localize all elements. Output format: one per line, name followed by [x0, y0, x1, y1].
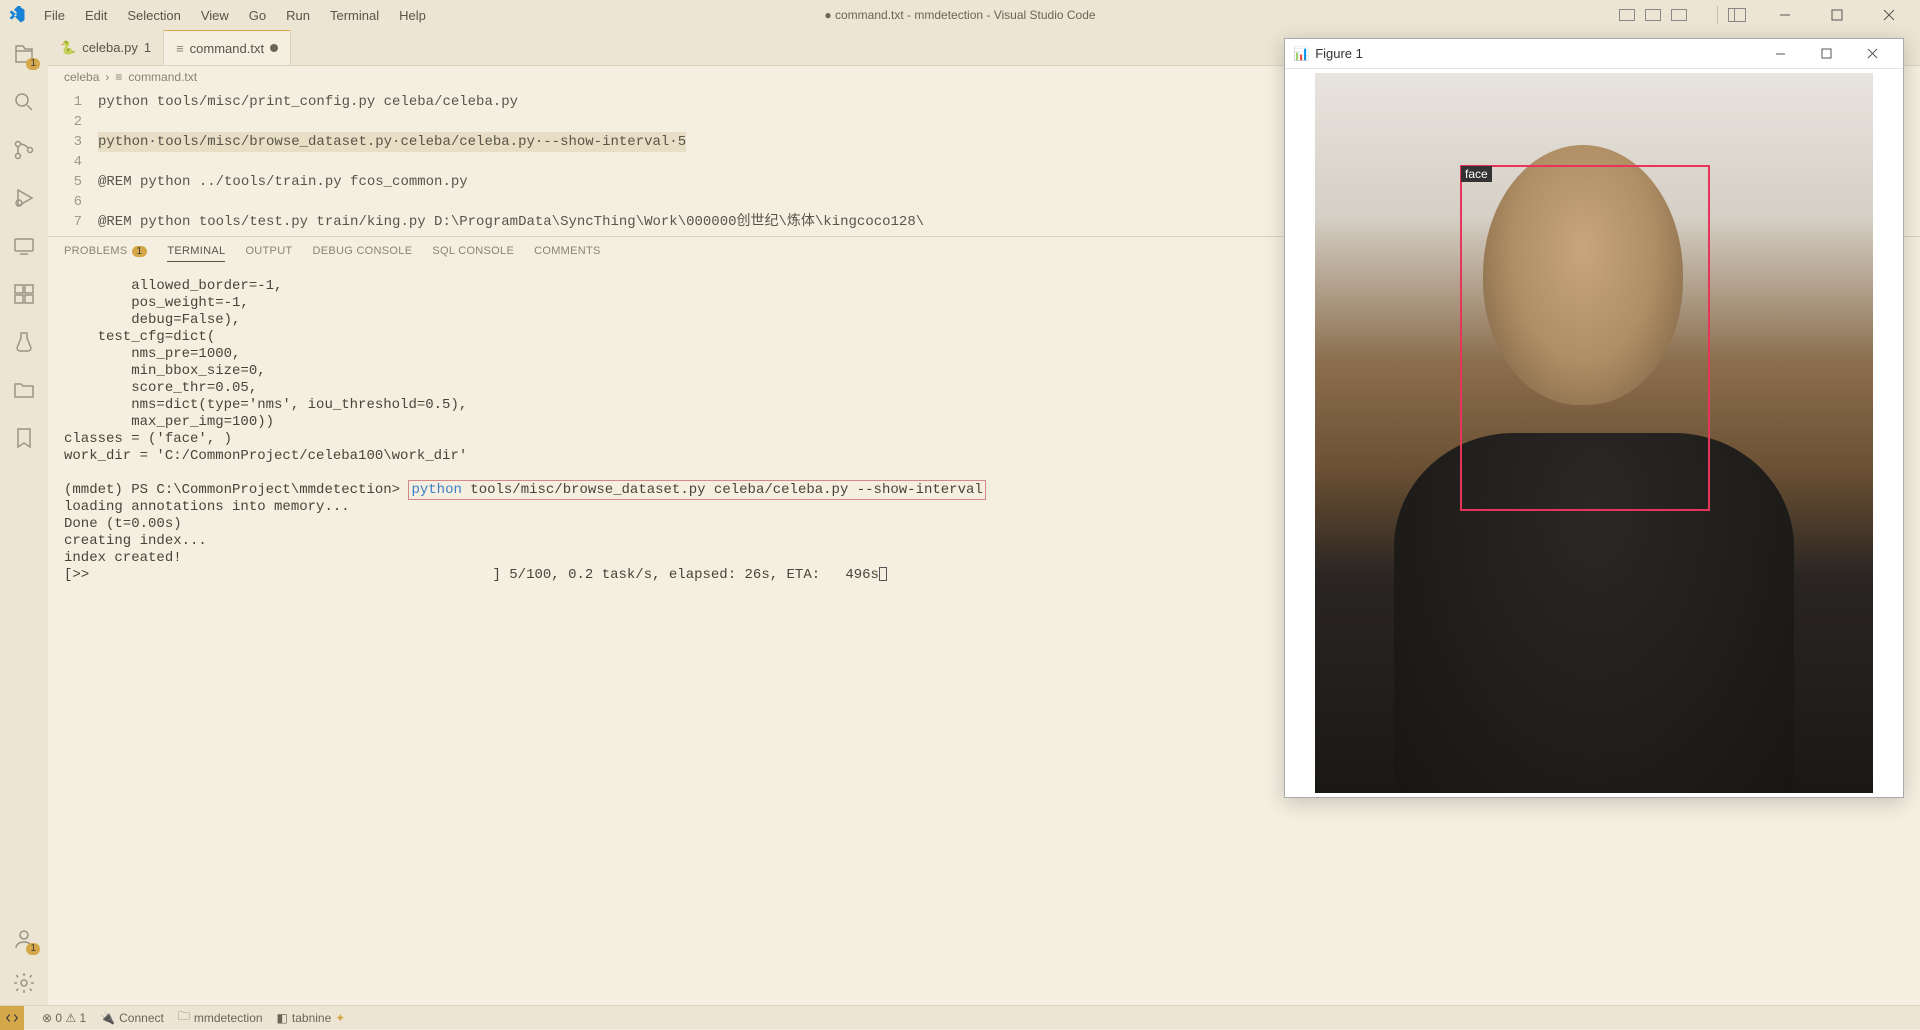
search-icon[interactable]: [12, 90, 36, 114]
activity-bar: 1 1: [0, 30, 48, 1005]
menu-view[interactable]: View: [193, 4, 237, 27]
tab-label: command.txt: [190, 41, 264, 56]
bbox-label: face: [1461, 166, 1492, 182]
menu-help[interactable]: Help: [391, 4, 434, 27]
panel-layout-icon[interactable]: [1645, 9, 1661, 21]
extensions-icon[interactable]: [12, 282, 36, 306]
customize-layout-icon[interactable]: [1728, 8, 1746, 22]
plug-icon: 🔌: [100, 1011, 115, 1025]
status-bar: ⊗ 0 ⚠ 1 🔌Connect 🗀mmdetection ◧tabnine✦: [0, 1005, 1920, 1029]
run-debug-icon[interactable]: [12, 186, 36, 210]
settings-gear-icon[interactable]: [12, 971, 36, 995]
accounts-icon[interactable]: 1: [12, 927, 36, 951]
folder-icon: 🗀: [178, 1007, 190, 1028]
panel-tab-comments[interactable]: COMMENTS: [534, 245, 601, 262]
folder-icon[interactable]: [12, 378, 36, 402]
star-icon: ✦: [335, 1011, 345, 1025]
chevron-right-icon: ›: [105, 70, 109, 84]
panel-tab-debug-console[interactable]: DEBUG CONSOLE: [312, 245, 412, 262]
status-problems[interactable]: ⊗ 0 ⚠ 1: [42, 1011, 86, 1025]
menu-edit[interactable]: Edit: [77, 4, 115, 27]
figure-titlebar[interactable]: 📊 Figure 1: [1285, 39, 1903, 69]
bookmark-icon[interactable]: [12, 426, 36, 450]
figure-window[interactable]: 📊 Figure 1 face: [1284, 38, 1904, 798]
modified-dot-icon: [270, 44, 278, 52]
panel-tab-sql-console[interactable]: SQL CONSOLE: [432, 245, 514, 262]
testing-icon[interactable]: [12, 330, 36, 354]
matplotlib-icon: 📊: [1293, 46, 1309, 62]
sample-image: face: [1315, 73, 1873, 793]
accounts-badge: 1: [26, 943, 40, 955]
breadcrumb-segment[interactable]: celeba: [64, 70, 99, 84]
text-file-icon: ≡: [115, 70, 122, 84]
panel-tab-problems[interactable]: PROBLEMS1: [64, 245, 147, 262]
figure-minimize-button[interactable]: [1757, 39, 1803, 69]
explorer-badge: 1: [26, 58, 40, 70]
line-gutter: 1234567: [48, 92, 98, 232]
window-close-button[interactable]: [1866, 0, 1912, 30]
menu-selection[interactable]: Selection: [119, 4, 188, 27]
source-control-icon[interactable]: [12, 138, 36, 162]
menu-bar: File Edit Selection View Go Run Terminal…: [36, 4, 434, 27]
vscode-logo-icon: [8, 6, 26, 24]
window-minimize-button[interactable]: [1762, 0, 1808, 30]
figure-maximize-button[interactable]: [1803, 39, 1849, 69]
figure-canvas[interactable]: face: [1285, 69, 1903, 797]
breadcrumb-segment[interactable]: command.txt: [128, 70, 197, 84]
problems-badge: 1: [132, 246, 148, 257]
explorer-icon[interactable]: 1: [12, 42, 36, 66]
figure-close-button[interactable]: [1849, 39, 1895, 69]
remote-indicator[interactable]: [0, 1006, 24, 1030]
editor-layout-icons[interactable]: [1619, 9, 1687, 21]
tab-suffix: 1: [144, 40, 151, 55]
status-tabnine[interactable]: ◧tabnine✦: [277, 1011, 346, 1025]
figure-title: Figure 1: [1315, 46, 1757, 61]
tabnine-icon: ◧: [277, 1011, 288, 1025]
python-file-icon: 🐍: [60, 40, 76, 56]
titlebar: File Edit Selection View Go Run Terminal…: [0, 0, 1920, 30]
tab-command-txt[interactable]: ≡ command.txt: [164, 30, 291, 65]
panel-tab-terminal[interactable]: TERMINAL: [167, 245, 225, 262]
status-folder[interactable]: 🗀mmdetection: [178, 1007, 263, 1028]
menu-terminal[interactable]: Terminal: [322, 4, 387, 27]
text-file-icon: ≡: [176, 41, 184, 56]
panel-tab-output[interactable]: OUTPUT: [245, 245, 292, 262]
menu-go[interactable]: Go: [241, 4, 274, 27]
detection-bbox: face: [1460, 165, 1710, 511]
panel-layout-icon[interactable]: [1671, 9, 1687, 21]
menu-file[interactable]: File: [36, 4, 73, 27]
tab-celeba-py[interactable]: 🐍 celeba.py 1: [48, 30, 164, 65]
window-title: ● command.txt - mmdetection - Visual Stu…: [824, 8, 1095, 22]
status-connect[interactable]: 🔌Connect: [100, 1011, 164, 1025]
panel-layout-icon[interactable]: [1619, 9, 1635, 21]
separator: [1717, 6, 1718, 24]
remote-explorer-icon[interactable]: [12, 234, 36, 258]
menu-run[interactable]: Run: [278, 4, 318, 27]
tab-label: celeba.py: [82, 40, 138, 55]
window-maximize-button[interactable]: [1814, 0, 1860, 30]
